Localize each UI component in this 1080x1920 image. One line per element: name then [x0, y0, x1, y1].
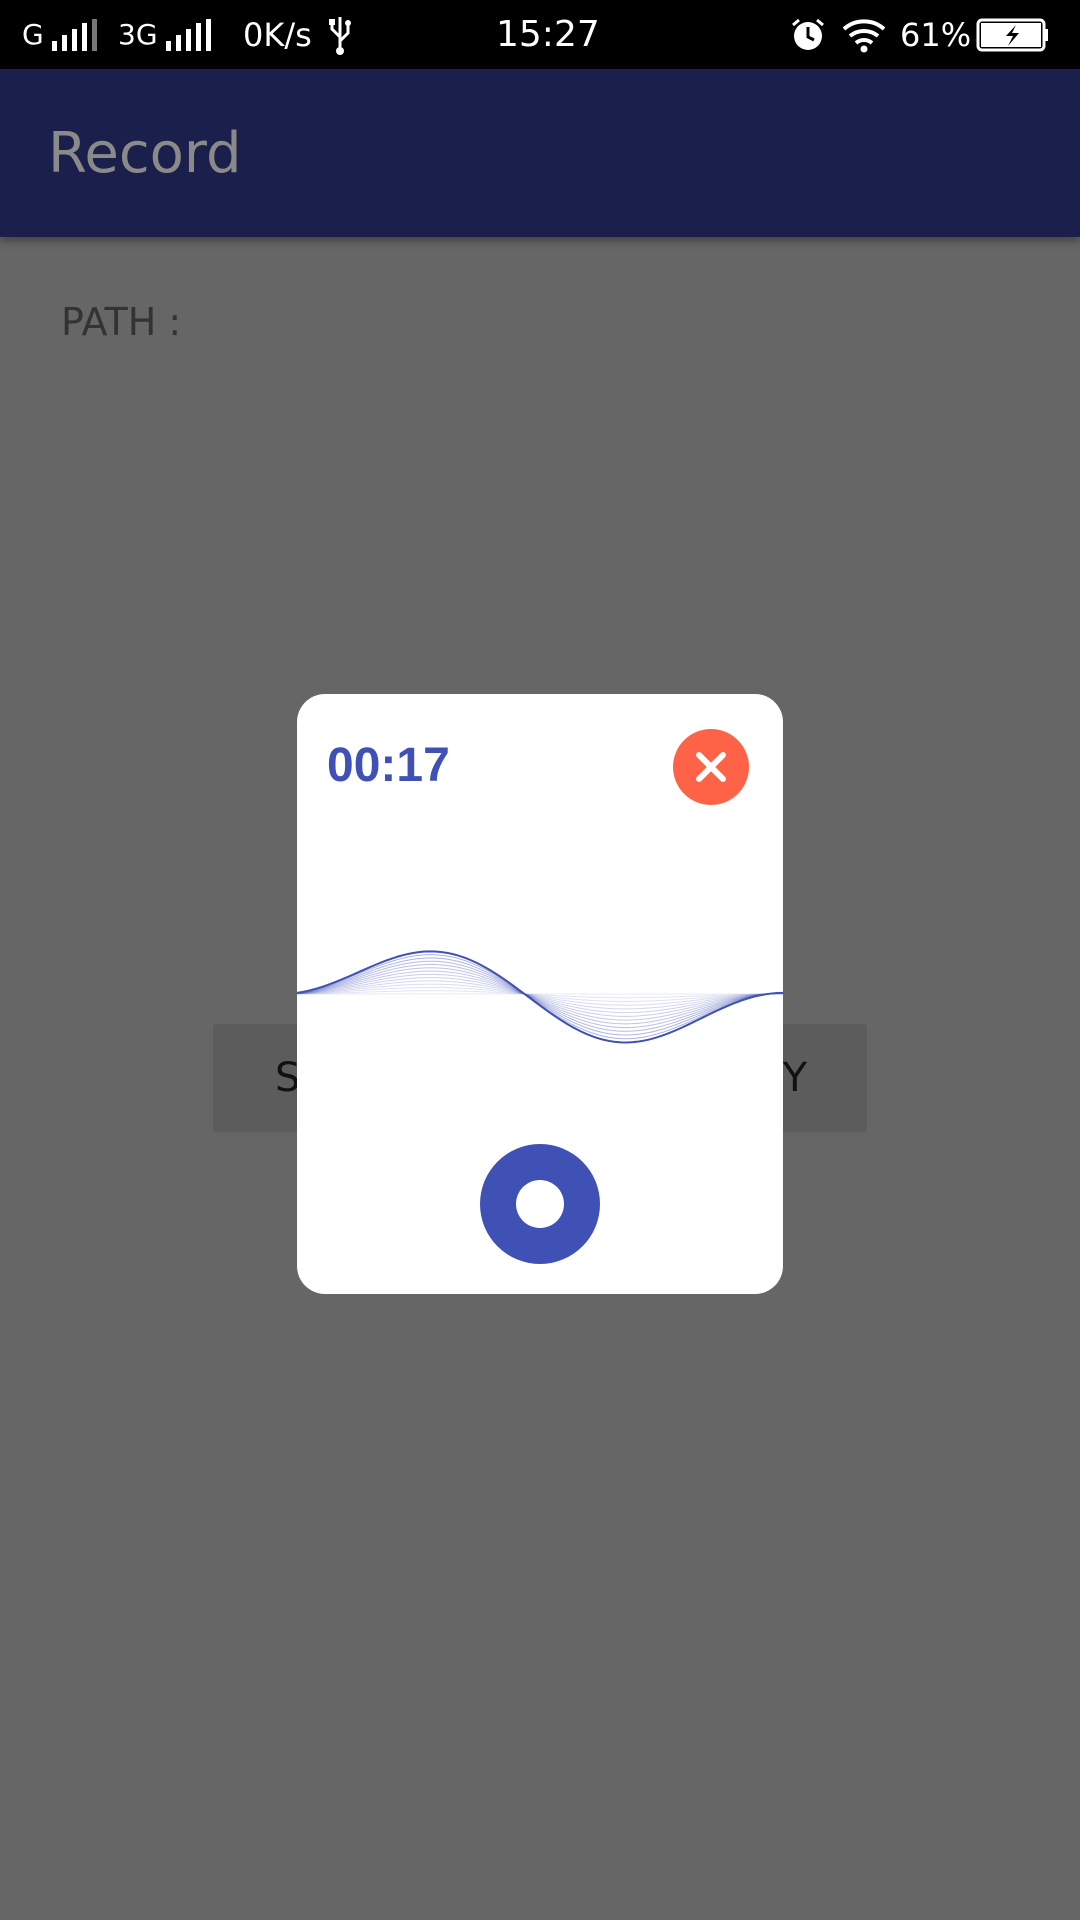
status-bar: G 3G 0K/s 15:27 61%: [0, 0, 1080, 69]
network-speed: 0K/s: [243, 15, 312, 54]
battery-percent: 61%: [900, 15, 972, 54]
record-dialog: 00:17: [297, 694, 783, 1294]
record-timer: 00:17: [327, 739, 450, 792]
signal-bars-icon: [165, 18, 211, 51]
network-type-2: 3G: [118, 18, 158, 51]
record-button[interactable]: [480, 1144, 600, 1264]
record-icon: [516, 1180, 564, 1228]
wifi-icon: [840, 0, 888, 69]
play-button[interactable]: Y: [783, 1024, 807, 1132]
battery-icon: [976, 0, 1050, 69]
signal-group-2: 3G: [118, 0, 211, 69]
signal-bars-icon: [51, 18, 97, 51]
usb-icon: [326, 0, 354, 69]
network-type-1: G: [22, 18, 44, 51]
alarm-icon: [790, 0, 826, 69]
path-label: PATH :: [61, 300, 182, 344]
app-bar: Record: [0, 69, 1080, 237]
waveform-icon: [297, 950, 783, 1044]
close-icon: [696, 752, 726, 782]
clock: 15:27: [496, 14, 600, 55]
page-title: Record: [48, 120, 242, 186]
close-button[interactable]: [673, 729, 749, 805]
signal-group-1: G: [22, 0, 97, 69]
